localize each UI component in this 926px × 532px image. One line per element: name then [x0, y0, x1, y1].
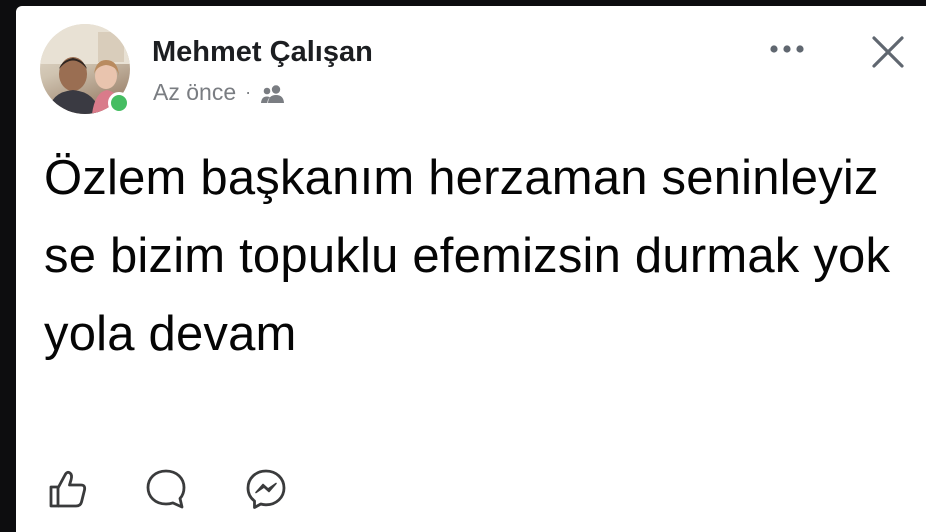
close-icon [872, 36, 904, 68]
post-meta: Az önce · [153, 79, 287, 106]
like-button[interactable] [42, 465, 94, 513]
more-options-icon [770, 45, 804, 53]
post-actions-bar [42, 464, 292, 514]
online-status-indicator [108, 92, 130, 114]
post-body-text: Özlem başkanım herzaman seninleyiz se bi… [44, 151, 891, 361]
screen-left-edge [0, 0, 16, 532]
messenger-share-icon [246, 469, 286, 509]
comment-button[interactable] [140, 465, 192, 513]
close-button[interactable] [866, 30, 910, 74]
like-icon [49, 470, 87, 508]
more-options-button[interactable] [762, 32, 812, 66]
post-author-name[interactable]: Mehmet Çalışan [152, 36, 373, 69]
meta-separator: · [245, 82, 252, 102]
messenger-share-button[interactable] [240, 465, 292, 513]
friends-icon[interactable] [259, 83, 287, 103]
post-timestamp[interactable]: Az önce [153, 79, 236, 106]
comment-icon [146, 469, 186, 509]
post-card: Mehmet Çalışan Az önce · Özlem başkanım … [16, 6, 926, 532]
